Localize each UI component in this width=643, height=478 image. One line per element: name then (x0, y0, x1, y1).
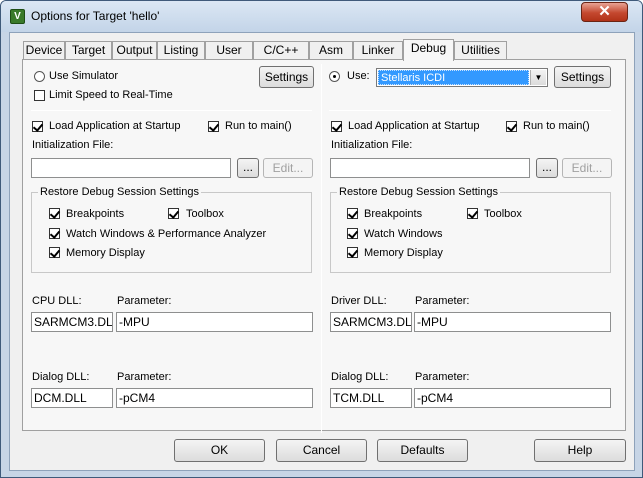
left-separator (31, 110, 312, 111)
app-icon: V (10, 9, 25, 24)
cancel-button[interactable]: Cancel (276, 439, 367, 462)
tab-listing[interactable]: Listing (157, 41, 205, 60)
left-toolbox-checkbox[interactable] (168, 208, 179, 219)
left-dialog-dll-input[interactable]: DCM.DLL (31, 388, 113, 408)
driver-dll-input[interactable]: SARMCM3.DLL (330, 312, 412, 332)
right-separator (329, 110, 611, 111)
left-edit-button[interactable]: Edit... (263, 158, 313, 178)
left-dialog-param-label: Parameter: (117, 371, 172, 383)
debug-driver-select[interactable]: Stellaris ICDI ▼ (376, 68, 548, 87)
left-load-app-label: Load Application at Startup (49, 120, 181, 132)
left-dialog-param-input[interactable]: -pCM4 (116, 388, 313, 408)
driver-dll-label: Driver DLL: (331, 295, 387, 307)
panel-divider (321, 64, 322, 433)
close-button[interactable]: ✕ (581, 2, 628, 22)
right-run-to-main-checkbox[interactable] (506, 121, 517, 132)
tab-output[interactable]: Output (112, 41, 157, 60)
right-edit-button[interactable]: Edit... (562, 158, 612, 178)
window-title: Options for Target 'hello' (31, 9, 160, 23)
tab-target[interactable]: Target (65, 41, 112, 60)
right-restore-group-title: Restore Debug Session Settings (337, 186, 500, 198)
limit-speed-checkbox[interactable] (34, 90, 45, 101)
use-simulator-radio[interactable] (34, 71, 45, 82)
right-breakpoints-checkbox[interactable] (347, 208, 358, 219)
left-restore-group-title: Restore Debug Session Settings (38, 186, 201, 198)
left-init-file-input[interactable] (31, 158, 231, 178)
chevron-down-icon[interactable]: ▼ (530, 70, 546, 85)
right-toolbox-checkbox[interactable] (467, 208, 478, 219)
use-driver-radio[interactable] (329, 71, 340, 82)
left-init-file-label: Initialization File: (32, 139, 114, 151)
tab-user[interactable]: User (205, 41, 253, 60)
left-run-to-main-checkbox[interactable] (208, 121, 219, 132)
left-load-app-checkbox[interactable] (32, 121, 43, 132)
right-browse-button[interactable]: ... (536, 158, 558, 178)
use-driver-label: Use: (347, 70, 370, 82)
right-memory-checkbox[interactable] (347, 247, 358, 258)
tab-asm[interactable]: Asm (309, 41, 353, 60)
tab-c-cpp[interactable]: C/C++ (253, 41, 309, 60)
right-dialog-dll-label: Dialog DLL: (331, 371, 389, 383)
tab-utilities[interactable]: Utilities (454, 41, 507, 60)
left-dialog-dll-label: Dialog DLL: (32, 371, 90, 383)
tab-linker[interactable]: Linker (353, 41, 403, 60)
right-dialog-dll-input[interactable]: TCM.DLL (330, 388, 412, 408)
left-run-to-main-label: Run to main() (225, 120, 292, 132)
left-browse-button[interactable]: ... (237, 158, 259, 178)
dialog-window: V Options for Target 'hello' ✕ Device Ta… (0, 0, 643, 478)
right-run-to-main-label: Run to main() (523, 120, 590, 132)
right-init-file-input[interactable] (330, 158, 530, 178)
left-watch-checkbox[interactable] (49, 228, 60, 239)
limit-speed-label: Limit Speed to Real-Time (49, 89, 173, 101)
left-memory-label: Memory Display (66, 247, 145, 259)
use-simulator-label: Use Simulator (49, 70, 119, 82)
driver-dll-param-input[interactable]: -MPU (414, 312, 611, 332)
tab-debug[interactable]: Debug (403, 39, 454, 61)
cpu-dll-input[interactable]: SARMCM3.DLL (31, 312, 113, 332)
left-breakpoints-label: Breakpoints (66, 208, 125, 220)
help-button[interactable]: Help (534, 439, 626, 462)
left-toolbox-label: Toolbox (186, 208, 224, 220)
cpu-dll-label: CPU DLL: (32, 295, 82, 307)
right-dialog-param-input[interactable]: -pCM4 (414, 388, 611, 408)
debug-driver-value: Stellaris ICDI (378, 70, 529, 85)
right-watch-label: Watch Windows (364, 228, 443, 240)
cpu-dll-param-input[interactable]: -MPU (116, 312, 313, 332)
driver-dll-param-label: Parameter: (415, 295, 470, 307)
driver-settings-button[interactable]: Settings (554, 66, 611, 88)
right-dialog-param-label: Parameter: (415, 371, 470, 383)
left-breakpoints-checkbox[interactable] (49, 208, 60, 219)
right-breakpoints-label: Breakpoints (364, 208, 423, 220)
right-load-app-label: Load Application at Startup (348, 120, 480, 132)
simulator-settings-button[interactable]: Settings (259, 66, 314, 88)
ok-button[interactable]: OK (174, 439, 265, 462)
title-bar[interactable]: V Options for Target 'hello' ✕ (1, 1, 642, 32)
left-memory-checkbox[interactable] (49, 247, 60, 258)
right-toolbox-label: Toolbox (484, 208, 522, 220)
tab-device[interactable]: Device (23, 41, 65, 60)
right-watch-checkbox[interactable] (347, 228, 358, 239)
defaults-button[interactable]: Defaults (377, 439, 468, 462)
right-init-file-label: Initialization File: (331, 139, 413, 151)
right-memory-label: Memory Display (364, 247, 443, 259)
right-load-app-checkbox[interactable] (331, 121, 342, 132)
left-watch-label: Watch Windows & Performance Analyzer (66, 228, 267, 240)
cpu-dll-param-label: Parameter: (117, 295, 172, 307)
